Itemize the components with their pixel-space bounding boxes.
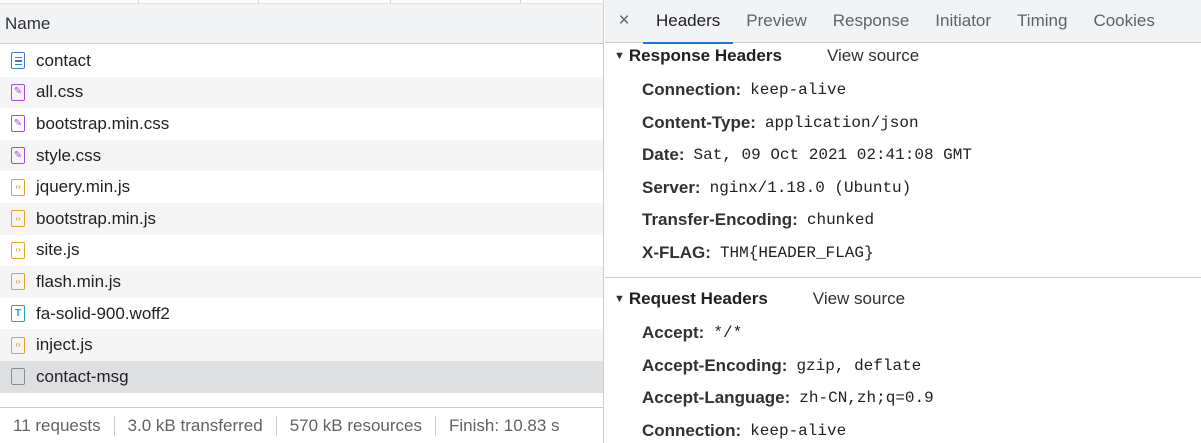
header-key: Accept: — [642, 323, 705, 343]
header-row: Date: Sat, 09 Oct 2021 02:41:08 GMT — [605, 139, 1201, 172]
detail-tabbar: × Headers Preview Response Initiator Tim… — [605, 0, 1201, 44]
header-key: Accept-Language: — [642, 388, 791, 408]
response-headers-toggle[interactable]: ▼ Response Headers View source — [605, 42, 1201, 70]
section-divider — [605, 277, 1201, 278]
tab-headers[interactable]: Headers — [643, 0, 734, 44]
request-headers-toggle[interactable]: ▼ Request Headers View source — [605, 285, 1201, 313]
network-status-bar: 11 requests 3.0 kB transferred 570 kB re… — [0, 407, 603, 443]
header-value: Sat, 09 Oct 2021 02:41:08 GMT — [693, 146, 972, 165]
header-row: Connection: keep-alive — [605, 415, 1201, 443]
name-column-header[interactable]: Name — [0, 4, 603, 44]
tab-timing[interactable]: Timing — [1004, 0, 1080, 43]
request-name: style.css — [36, 145, 102, 165]
response-headers-title: Response Headers — [628, 46, 782, 65]
header-row: Server: nginx/1.18.0 (Ubuntu) — [605, 172, 1201, 205]
request-headers-list: Accept: */* Accept-Encoding: gzip, deflate A… — [605, 313, 1201, 443]
request-document-icon — [11, 52, 25, 70]
header-row: Accept-Encoding: gzip, deflate — [605, 350, 1201, 383]
request-row[interactable]: Tfa-solid-900.woff2 — [0, 298, 603, 330]
request-name: flash.min.js — [36, 271, 122, 291]
header-value: keep-alive — [750, 81, 847, 100]
header-key: Transfer-Encoding: — [642, 210, 798, 230]
status-divider — [113, 415, 115, 436]
response-headers-list: Connection: keep-alive Content-Type: applic… — [605, 70, 1201, 269]
request-name: bootstrap.min.js — [36, 208, 156, 228]
header-value: gzip, deflate — [796, 356, 922, 375]
request-row[interactable]: ‹› bootstrap.min.js — [0, 202, 603, 235]
header-key: Server: — [642, 177, 701, 197]
tab-preview[interactable]: Preview — [733, 0, 819, 43]
request-name: fa-solid-900.woff2 — [36, 303, 170, 323]
request-headers-title: Request Headers — [628, 289, 768, 308]
request-row[interactable]: ‹› inject.js — [0, 329, 603, 361]
header-value: chunked — [806, 211, 875, 230]
request-fetch-icon — [11, 368, 25, 386]
request-row[interactable]: ✎ all.css — [0, 76, 603, 109]
header-row: Connection: keep-alive — [605, 74, 1201, 107]
tab-initiator[interactable]: Initiator — [922, 0, 1004, 43]
triangle-down-icon: ▼ — [614, 50, 625, 62]
header-row: X-FLAG: THM{HEADER_FLAG} — [605, 237, 1201, 270]
request-row[interactable]: contact — [0, 45, 603, 77]
request-script-icon: ‹› — [11, 210, 25, 228]
header-key: Accept-Encoding: — [642, 355, 788, 375]
view-source-link[interactable]: View source — [827, 46, 919, 66]
request-script-icon: ‹› — [11, 178, 25, 196]
request-name: inject.js — [36, 335, 93, 355]
header-key: X-FLAG: — [642, 242, 711, 262]
header-value: nginx/1.18.0 (Ubuntu) — [709, 178, 912, 197]
name-column-label: Name — [5, 13, 51, 33]
request-count: 11 requests — [13, 415, 101, 435]
request-font-icon: T — [11, 305, 25, 323]
header-value: application/json — [764, 113, 919, 132]
request-row[interactable]: ✎ bootstrap.min.css — [0, 108, 603, 140]
close-icon[interactable]: × — [605, 0, 643, 43]
header-key: Content-Type: — [642, 112, 756, 132]
request-script-icon: ‹› — [11, 273, 25, 291]
header-key: Connection: — [642, 420, 742, 440]
request-stylesheet-icon: ✎ — [11, 115, 25, 133]
header-row: Content-Type: application/json — [605, 107, 1201, 140]
header-row: Transfer-Encoding: chunked — [605, 204, 1201, 237]
header-key: Connection: — [642, 80, 742, 100]
request-headers-section: ▼ Request Headers View source Accept: */*… — [605, 285, 1201, 443]
request-script-icon: ‹› — [11, 241, 25, 259]
request-list: contact ✎ all.css ✎ bootstrap.min.css ✎ style.… — [0, 45, 603, 393]
request-script-icon: ‹› — [11, 336, 25, 354]
header-value: */* — [713, 324, 743, 343]
tab-response[interactable]: Response — [820, 0, 923, 43]
request-name: site.js — [36, 240, 80, 260]
request-row[interactable]: contact-msg — [0, 360, 603, 393]
header-value: zh-CN,zh;q=0.9 — [799, 389, 934, 408]
request-detail-panel: × Headers Preview Response Initiator Tim… — [605, 0, 1201, 443]
request-name: all.css — [36, 82, 84, 102]
request-name: contact-msg — [36, 366, 129, 386]
header-value: keep-alive — [750, 421, 847, 440]
request-name: contact — [36, 50, 91, 70]
request-row[interactable]: ‹› flash.min.js — [0, 266, 603, 298]
request-row[interactable]: ‹› jquery.min.js — [0, 171, 603, 203]
triangle-down-icon: ▼ — [614, 293, 625, 305]
tab-cookies[interactable]: Cookies — [1080, 0, 1167, 43]
request-row[interactable]: ‹› site.js — [0, 235, 603, 267]
header-row: Accept-Language: zh-CN,zh;q=0.9 — [605, 382, 1201, 415]
network-request-panel: Name contact ✎ all.css ✎ bootstrap.min.css ✎ s… — [0, 0, 604, 443]
request-name: bootstrap.min.css — [36, 113, 170, 133]
request-row[interactable]: ✎ style.css — [0, 139, 603, 172]
resources-size: 570 kB resources — [289, 415, 422, 435]
view-source-link[interactable]: View source — [813, 289, 905, 309]
status-divider — [275, 415, 277, 436]
header-value: THM{HEADER_FLAG} — [719, 243, 874, 262]
header-key: Date: — [642, 145, 685, 165]
request-stylesheet-icon: ✎ — [11, 147, 25, 165]
response-headers-section: ▼ Response Headers View source Connectio… — [605, 42, 1201, 269]
request-name: jquery.min.js — [36, 177, 131, 197]
transferred-size: 3.0 kB transferred — [127, 415, 263, 435]
header-row: Accept: */* — [605, 317, 1201, 350]
finish-time: Finish: 10.83 s — [449, 415, 560, 435]
status-divider — [435, 415, 436, 436]
request-stylesheet-icon: ✎ — [11, 83, 25, 101]
